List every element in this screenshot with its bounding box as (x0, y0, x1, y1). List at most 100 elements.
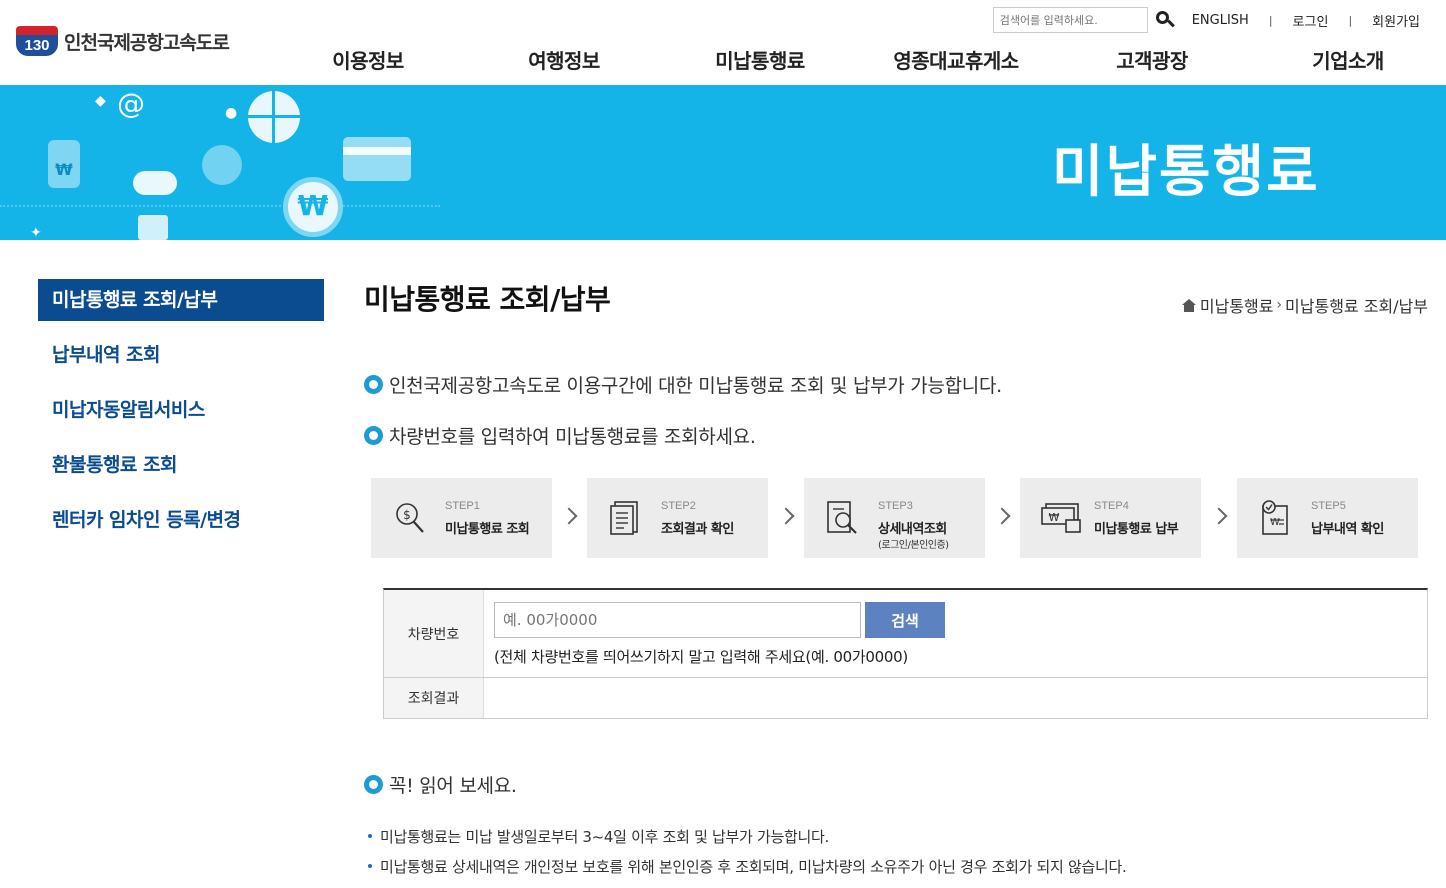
document-search-icon (827, 501, 857, 534)
money-stack-icon: ₩ (1041, 503, 1081, 533)
form-row: 조회결과 (384, 678, 1427, 719)
decorative-line (0, 205, 440, 240)
step-number: STEP1 (445, 500, 480, 512)
intro-line: 인천국제공항고속도로 이용구간에 대한 미납통행료 조회 및 납부가 가능합니다… (364, 371, 1002, 398)
nav-unpaid-toll[interactable]: 미납통행료 (662, 45, 858, 74)
step-flow: $ STEP1 미납통행료 조회 STEP2 조회결과 확인 STEP3 상세내… (371, 478, 1426, 558)
chevron-right-icon (1213, 507, 1227, 527)
nav-company[interactable]: 기업소개 (1250, 45, 1446, 74)
search-button[interactable]: 검색 (865, 602, 945, 638)
breadcrumb-item: 미납통행료 조회/납부 (1285, 297, 1428, 316)
form-row: 차량번호 검색 (전체 차량번호를 띄어쓰기하지 말고 입력해 주세요(예. 0… (384, 590, 1427, 678)
step-card: STEP3 상세내역조회 (로그인/본인인증) (804, 478, 985, 558)
breadcrumb-item[interactable]: 미납통행료 (1200, 293, 1274, 317)
document-icon (610, 501, 638, 535)
site-search-input[interactable] (992, 7, 1148, 33)
home-icon[interactable] (1181, 298, 1196, 312)
logo-number: 130 (16, 35, 58, 56)
main-nav: 이용정보 여행정보 미납통행료 영종대교휴게소 고객광장 기업소개 (270, 45, 1446, 74)
svg-text:₩: ₩ (1049, 511, 1060, 524)
chevron-right-icon (996, 507, 1010, 527)
step-card: STEP2 조회결과 확인 (587, 478, 768, 558)
nav-customer[interactable]: 고객광장 (1054, 45, 1250, 74)
notice-text: 미납통행료는 미납 발생일로부터 3~4일 이후 조회 및 납부가 가능합니다. (380, 827, 829, 846)
logo-text: 인천국제공항고속도로 (64, 31, 230, 54)
step-card: ₩ STEP4 미납통행료 납부 (1020, 478, 1201, 558)
step-name: 납부내역 확인 (1311, 522, 1384, 537)
chevron-right-icon: › (1276, 297, 1283, 313)
result-label: 조회결과 (384, 678, 484, 718)
car-number-input[interactable] (494, 602, 861, 638)
price-tag-icon: ₩ (48, 140, 80, 188)
input-hint: (전체 차량번호를 띄어쓰기하지 말고 입력해 주세요(예. 00가0000) (494, 648, 908, 666)
gift-icon (138, 215, 168, 240)
sidebar-item-refund[interactable]: 환불통행료 조회 (38, 445, 324, 500)
at-icon: @ (117, 87, 145, 120)
won-coin-icon: ₩ (283, 177, 343, 237)
car-number-label: 차량번호 (384, 590, 484, 677)
utility-bar: ENGLISH | 로그인 | 회원가입 (992, 7, 1420, 33)
side-nav: 미납통행료 조회/납부 납부내역 조회 미납자동알림서비스 환불통행료 조회 렌… (38, 279, 324, 555)
step-name: 미납통행료 조회 (445, 522, 530, 537)
notice-list: 미납통행료는 미납 발생일로부터 3~4일 이후 조회 및 납부가 가능합니다.… (368, 821, 1127, 881)
intro-text: 차량번호를 입력하여 미납통행료를 조회하세요. (389, 426, 756, 448)
circle-decoration (202, 145, 242, 185)
step-number: STEP5 (1311, 500, 1346, 512)
chevron-right-icon (780, 507, 794, 527)
star-icon: ✦ (30, 225, 42, 240)
star-icon: ◆ (95, 93, 106, 109)
signup-link[interactable]: 회원가입 (1372, 11, 1420, 30)
bullet-icon (364, 775, 383, 794)
step-number: STEP3 (878, 500, 913, 512)
receipt-check-icon: ₩ (1262, 500, 1288, 535)
result-area (484, 678, 1427, 718)
step-card: ₩ STEP5 납부내역 확인 (1237, 478, 1418, 558)
step-card: $ STEP1 미납통행료 조회 (371, 478, 552, 558)
search-icon[interactable] (1154, 9, 1176, 31)
list-item: 미납통행료 상세내역은 개인정보 보호를 위해 본인인증 후 조회되며, 미납차… (368, 851, 1127, 881)
bullet-icon (364, 426, 383, 445)
breadcrumb: 미납통행료 › 미납통행료 조회/납부 (1181, 293, 1428, 317)
route-shield-icon: 130 (16, 26, 58, 56)
lookup-form: 차량번호 검색 (전체 차량번호를 띄어쓰기하지 말고 입력해 주세요(예. 0… (383, 588, 1428, 719)
sidebar-item-unpaid-lookup[interactable]: 미납통행료 조회/납부 (38, 279, 324, 321)
bullet-icon (364, 375, 383, 394)
svg-text:$: $ (403, 508, 411, 522)
notice-heading: 꼭! 읽어 보세요. (364, 771, 517, 798)
divider: | (1348, 13, 1353, 27)
nav-rest-area[interactable]: 영종대교휴게소 (858, 45, 1054, 74)
notice-title: 꼭! 읽어 보세요. (389, 775, 517, 797)
nav-travel-info[interactable]: 여행정보 (466, 45, 662, 74)
sidebar-item-rental[interactable]: 렌터카 임차인 등록/변경 (38, 500, 324, 555)
english-link[interactable]: ENGLISH (1192, 13, 1249, 28)
chevron-right-icon (563, 507, 577, 527)
banner-title: 미납통행료 (1052, 140, 1320, 205)
nav-usage-info[interactable]: 이용정보 (270, 45, 466, 74)
page-banner: @ ◆ ✦ ● ₩ ₩ 미납통행료 (0, 85, 1446, 240)
login-link[interactable]: 로그인 (1293, 11, 1329, 30)
coin-search-icon: $ (396, 503, 424, 533)
list-item: 미납통행료는 미납 발생일로부터 3~4일 이후 조회 및 납부가 가능합니다. (368, 821, 1127, 851)
intro-text: 인천국제공항고속도로 이용구간에 대한 미납통행료 조회 및 납부가 가능합니다… (389, 375, 1002, 397)
sidebar-item-auto-alert[interactable]: 미납자동알림서비스 (38, 390, 324, 445)
globe-icon (248, 91, 300, 143)
step-name: 미납통행료 납부 (1094, 522, 1179, 537)
notice-text: 미납통행료 상세내역은 개인정보 보호를 위해 본인인증 후 조회되며, 미납차… (380, 857, 1127, 876)
step-number: STEP4 (1094, 500, 1129, 512)
step-note: (로그인/본인인증) (878, 540, 949, 551)
logo[interactable]: 130 인천국제공항고속도로 (16, 26, 230, 56)
step-number: STEP2 (661, 500, 696, 512)
bullet-dot (368, 834, 372, 838)
step-name: 상세내역조회 (878, 522, 947, 537)
svg-text:₩: ₩ (1270, 517, 1280, 528)
page-title: 미납통행료 조회/납부 (364, 283, 611, 316)
cloud-upload-icon (133, 171, 177, 195)
step-name: 조회결과 확인 (661, 522, 734, 537)
intro-line: 차량번호를 입력하여 미납통행료를 조회하세요. (364, 422, 756, 449)
credit-card-icon (343, 137, 411, 181)
site-header: 130 인천국제공항고속도로 ENGLISH | 로그인 | 회원가입 이용정보… (0, 0, 1446, 85)
divider: | (1268, 13, 1273, 27)
star-icon: ● (225, 105, 238, 121)
bullet-dot (368, 864, 372, 868)
sidebar-item-payment-history[interactable]: 납부내역 조회 (38, 335, 324, 390)
